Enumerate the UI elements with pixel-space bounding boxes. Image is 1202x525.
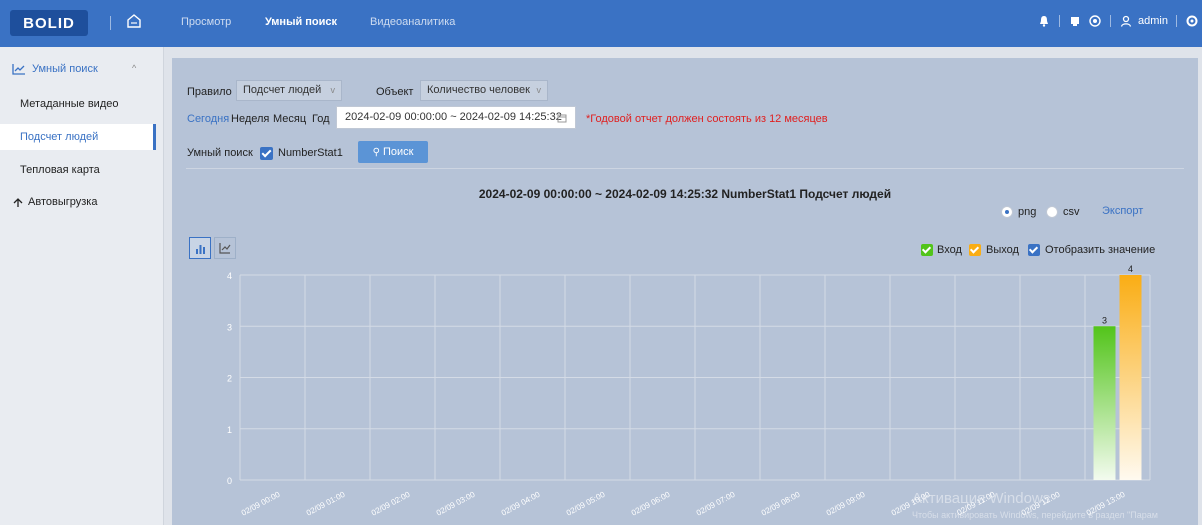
username[interactable]: admin	[1138, 15, 1168, 27]
bar-out	[1119, 275, 1142, 480]
x-tick-label: 02/09 09:00	[825, 490, 867, 518]
sidebar-item-label: Подсчет людей	[20, 131, 99, 143]
watermark-subtitle: Чтобы активировать Windows, перейдите в …	[912, 510, 1158, 520]
sidebar-group-smart-search[interactable]: Умный поиск ^	[8, 61, 158, 87]
sidebar-group-label: Умный поиск	[32, 63, 98, 75]
tab-preview[interactable]: Просмотр	[181, 16, 231, 28]
y-tick-label: 1	[227, 425, 232, 435]
chart-line-icon	[12, 64, 25, 75]
y-tick-label: 2	[227, 374, 232, 384]
sidebar-item-label: Тепловая карта	[20, 164, 100, 176]
sidebar-item-heatmap[interactable]: Тепловая карта	[0, 157, 164, 183]
upload-icon	[13, 198, 23, 207]
x-tick-label: 02/09 05:00	[565, 490, 607, 518]
y-tick-label: 0	[227, 476, 232, 486]
sidebar-item-label: Автовыгрузка	[28, 196, 98, 208]
toolbar-right: admin	[1037, 14, 1202, 28]
globe-icon[interactable]	[1088, 14, 1102, 28]
chevron-up-icon: ^	[132, 63, 137, 73]
bar-in	[1093, 326, 1116, 480]
svg-text:BOLID: BOLID	[23, 15, 75, 32]
people-count-chart: 0 1 2 3 4 02/09 00:00 02/09 01:00 02/09 02:00 02…	[227, 264, 1151, 518]
x-tick-label: 02/09 02:00	[370, 490, 412, 518]
watermark-title: Активация Windows	[912, 490, 1051, 507]
x-tick-label: 02/09 08:00	[760, 490, 802, 518]
sidebar-item-autoupload[interactable]: Автовыгрузка	[8, 195, 158, 221]
divider	[110, 16, 111, 30]
x-tick-label: 02/09 04:00	[500, 490, 542, 518]
main-panel: Правило Подсчет людей v Объект Количество…	[172, 58, 1198, 525]
top-bar: BOLID Просмотр Умный поиск Видеоаналитик…	[0, 0, 1202, 47]
home-icon[interactable]	[125, 12, 143, 30]
bar-value-label: 4	[1128, 264, 1133, 274]
gear-icon[interactable]	[1185, 14, 1199, 28]
sidebar: Умный поиск ^ Метаданные видео Подсчет л…	[0, 47, 164, 525]
tab-video-analytics[interactable]: Видеоаналитика	[370, 16, 455, 28]
x-tick-label: 02/09 00:00	[240, 490, 282, 518]
bolid-logo[interactable]: BOLID	[10, 10, 88, 36]
sidebar-item-metadata[interactable]: Метаданные видео	[0, 91, 164, 117]
x-tick-label: 02/09 06:00	[630, 490, 672, 518]
sidebar-item-people-counting[interactable]: Подсчет людей	[0, 124, 156, 150]
y-tick-label: 3	[227, 322, 232, 332]
user-icon[interactable]	[1119, 14, 1133, 28]
x-tick-label: 02/09 07:00	[695, 490, 737, 518]
y-tick-label: 4	[227, 271, 232, 281]
bell-icon[interactable]	[1037, 14, 1051, 28]
device-icon[interactable]	[1068, 14, 1082, 28]
x-tick-label: 02/09 01:00	[305, 490, 347, 518]
bar-value-label: 3	[1102, 315, 1107, 325]
sidebar-item-label: Метаданные видео	[20, 98, 119, 110]
tab-smart-search[interactable]: Умный поиск	[265, 16, 337, 28]
x-tick-label: 02/09 03:00	[435, 490, 477, 518]
